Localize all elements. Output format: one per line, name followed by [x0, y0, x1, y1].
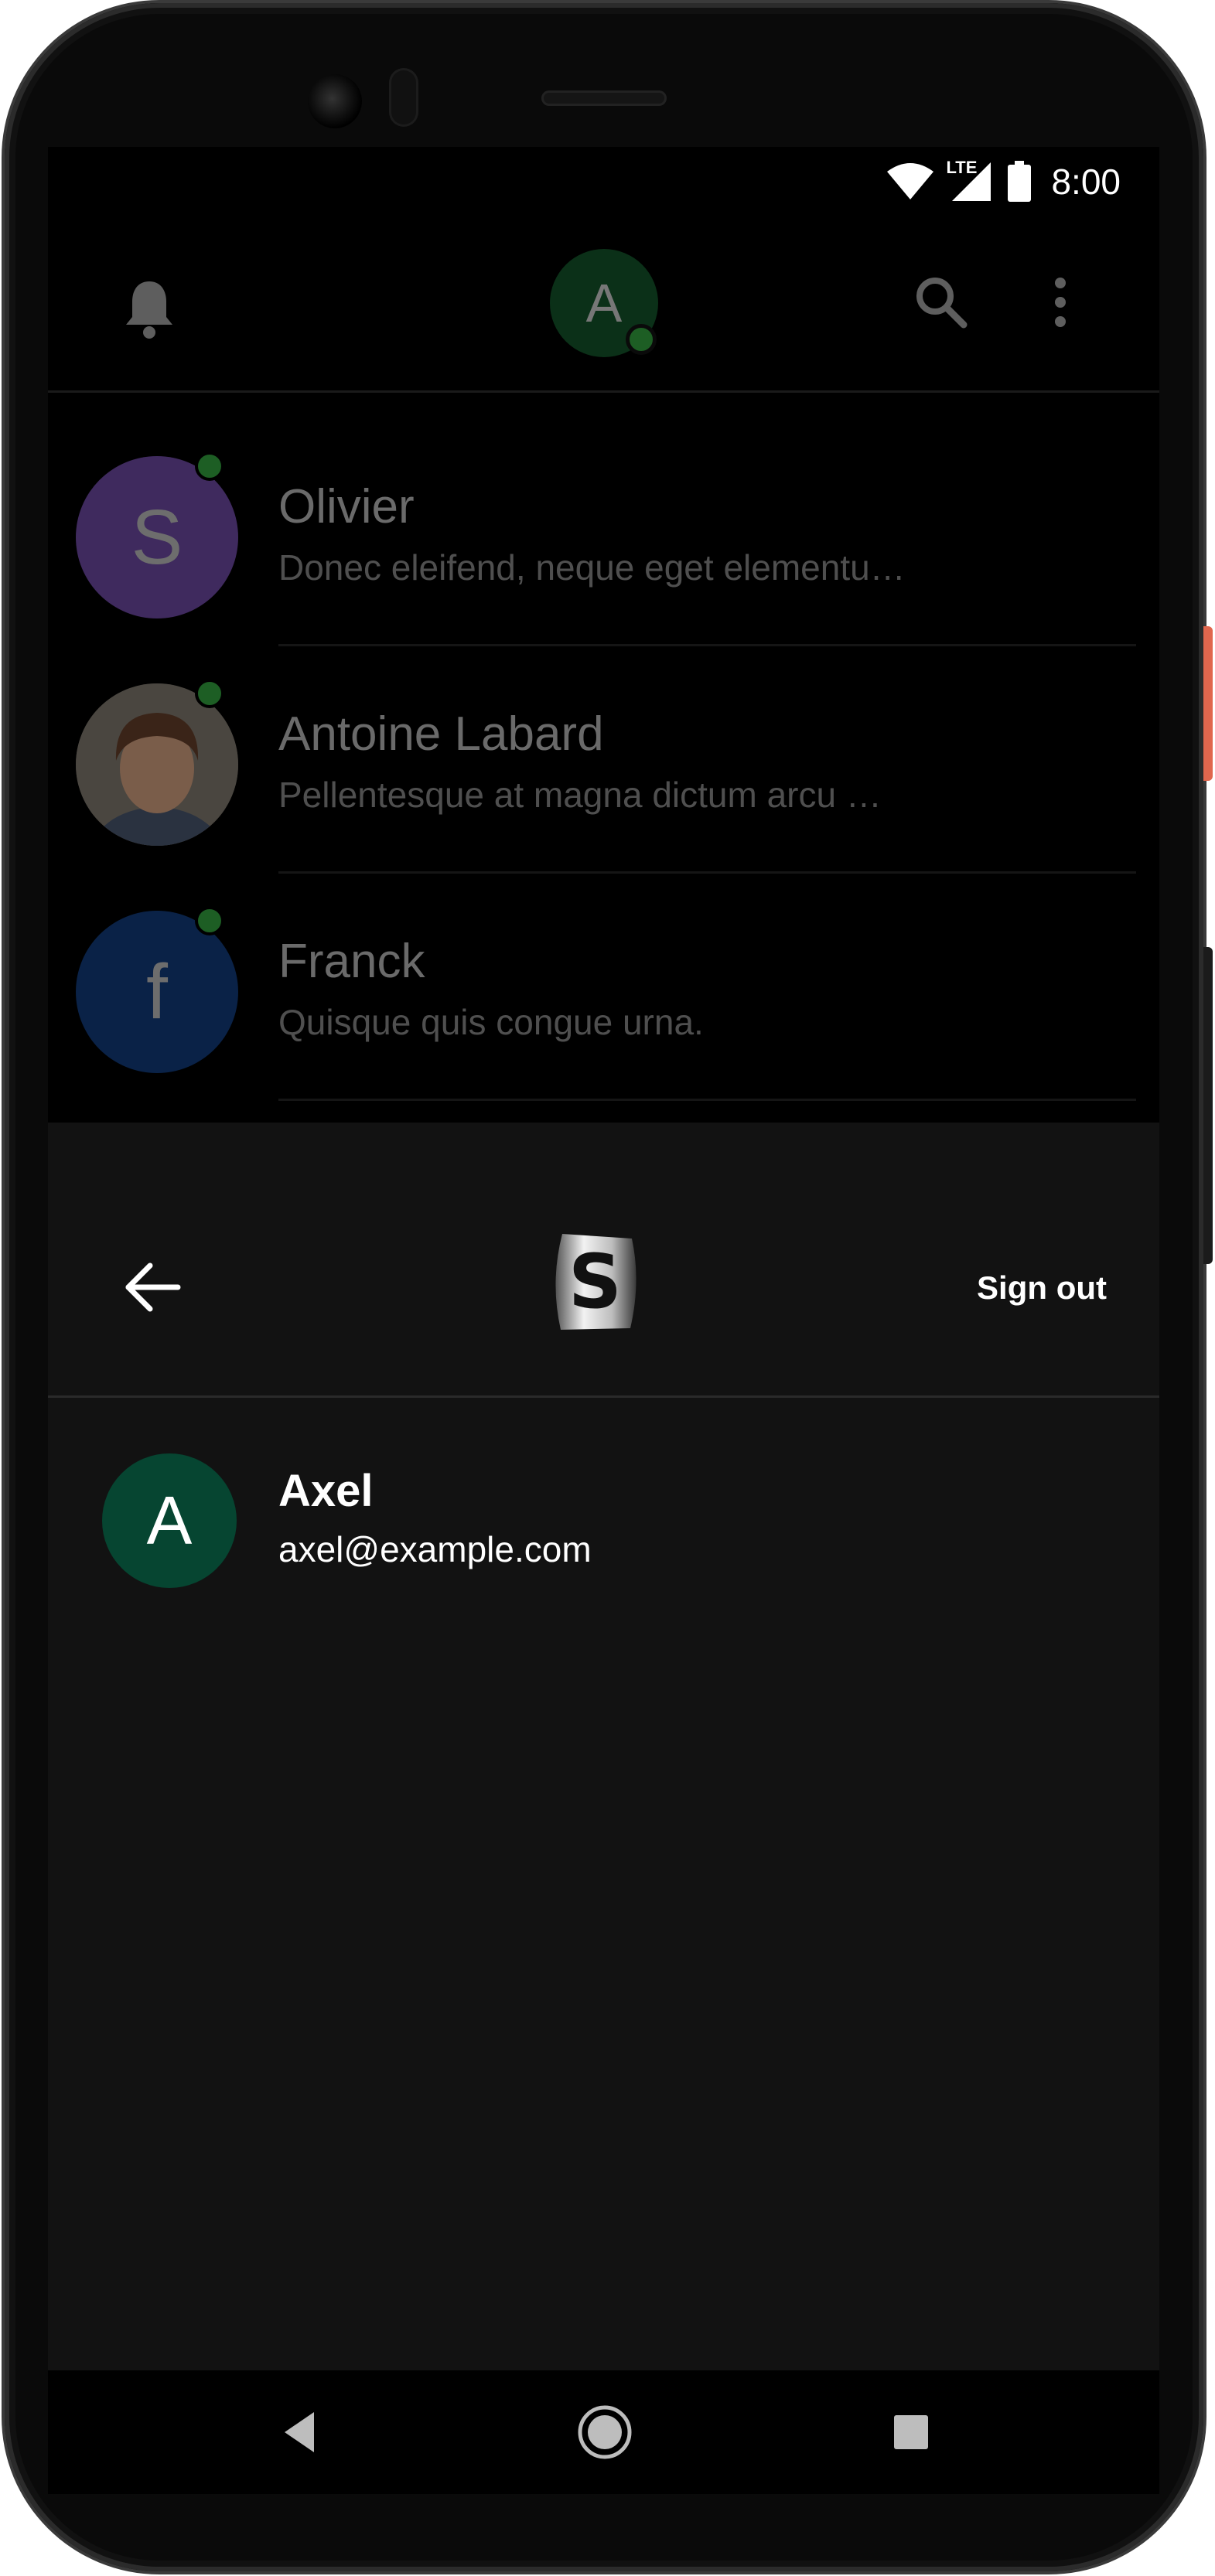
back-arrow-icon[interactable] — [122, 1256, 184, 1318]
conversation-row[interactable]: Antoine Labard Pellentesque at magna dic… — [48, 646, 1159, 874]
search-icon[interactable] — [914, 275, 968, 329]
presence-indicator — [195, 906, 224, 935]
system-nav-bar — [48, 2370, 1159, 2494]
logo-letter: S — [568, 1239, 623, 1325]
status-bar: LTE 8:00 — [48, 147, 1159, 216]
account-name: Axel — [278, 1466, 374, 1516]
contact-name: Olivier — [278, 480, 415, 533]
power-button — [1203, 626, 1213, 781]
camera-sensor — [389, 68, 418, 127]
screen: LTE 8:00 A S Olivier Donec eleifend, neq… — [48, 147, 1159, 2370]
contact-avatar: S — [76, 456, 238, 618]
front-camera — [308, 74, 362, 128]
nav-back-icon[interactable] — [280, 2409, 319, 2455]
contact-avatar: f — [76, 911, 238, 1073]
lte-signal-icon: LTE — [946, 158, 995, 203]
message-preview: Donec eleifend, neque eget elementu… — [278, 547, 906, 588]
presence-indicator — [195, 451, 224, 481]
wifi-icon — [887, 163, 934, 199]
presence-indicator — [626, 324, 657, 355]
row-divider — [278, 1099, 1136, 1101]
status-time: 8:00 — [1051, 162, 1121, 202]
presence-indicator — [195, 679, 224, 708]
nav-home-icon[interactable] — [575, 2403, 634, 2462]
contact-photo — [76, 683, 238, 846]
message-preview: Pellentesque at magna dictum arcu … — [278, 775, 882, 815]
sign-out-button[interactable]: Sign out — [977, 1269, 1107, 1307]
nav-recents-icon[interactable] — [894, 2415, 928, 2449]
conversation-row[interactable]: S Olivier Donec eleifend, neque eget ele… — [48, 419, 1159, 646]
earpiece-speaker — [541, 90, 667, 106]
account-sheet: S Sign out A Axel axel@example.com — [48, 1123, 1159, 2370]
volume-button — [1203, 947, 1213, 1264]
message-preview: Quisque quis congue urna. — [278, 1002, 704, 1042]
app-logo: S — [547, 1228, 643, 1336]
conversation-row[interactable]: f Franck Quisque quis congue urna. — [48, 874, 1159, 1101]
contact-name: Franck — [278, 935, 425, 988]
notifications-icon[interactable] — [122, 278, 176, 340]
status-icons: LTE 8:00 — [886, 158, 1121, 203]
contact-name: Antoine Labard — [278, 707, 604, 761]
battery-icon — [1008, 161, 1032, 202]
more-options-icon[interactable] — [1049, 275, 1072, 329]
account-email: axel@example.com — [278, 1529, 592, 1569]
sheet-header: S Sign out — [48, 1123, 1159, 1398]
account-avatar: A — [102, 1453, 237, 1588]
